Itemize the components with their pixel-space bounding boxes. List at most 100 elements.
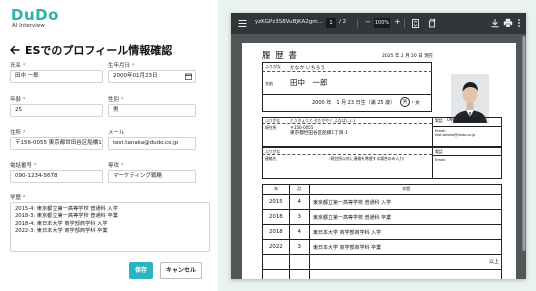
page-title: ESでのプロフィール情報確認 <box>25 44 173 57</box>
brand-logo: DuDo AI Interview <box>11 7 59 30</box>
scrollbar[interactable] <box>522 34 526 279</box>
address-input[interactable]: 〒156-0055 東京都世田谷区船橋1丁 <box>10 137 103 150</box>
name-field-label: 名前 <box>265 81 273 86</box>
table-header-history: 学歴 <box>402 186 411 191</box>
rotate-icon[interactable] <box>427 18 437 28</box>
resume-address: 東京都世田谷区船橋1丁目-1 <box>290 131 349 136</box>
phone-label: 電話 <box>435 118 443 123</box>
gender-label: 性別 <box>108 97 120 103</box>
education-field-group: 学歴 * 2015-4: 東京都立第一高等学校 普通科 入学 2018-3: 東… <box>10 194 210 252</box>
education-textarea[interactable]: 2015-4: 東京都立第一高等学校 普通科 入学 2018-3: 東京都立第一… <box>10 202 210 252</box>
address-label: 住所 <box>10 130 22 136</box>
row-text: 東京都立第一高等学校 普通科 入学 <box>313 200 392 206</box>
contact-email-label: Email <box>435 156 446 162</box>
page-number-input[interactable]: 1 <box>326 18 336 28</box>
profile-photo <box>451 74 489 123</box>
required-mark: * <box>22 63 26 69</box>
print-icon[interactable] <box>503 18 513 28</box>
furigana-label: ふりがな <box>265 64 281 69</box>
table-header-month: 月 <box>297 186 302 191</box>
address-label: 現住所 <box>265 124 277 130</box>
required-mark: * <box>22 130 26 136</box>
resume-name: 田中 一郎 <box>290 78 328 87</box>
name-input[interactable]: 田中 一郎 <box>10 70 103 83</box>
age-input[interactable]: 25 <box>10 104 103 117</box>
menu-icon[interactable] <box>238 19 247 28</box>
row-month: 3 <box>297 214 301 220</box>
row-month: 3 <box>297 244 301 250</box>
gender-male-circle: 男 <box>400 97 410 107</box>
page-total: / 2 <box>339 19 347 25</box>
pdf-toolbar: yzKGPz3S8VuBJKA2gm... 1 / 2 − 100% + <box>231 13 526 34</box>
pdf-preview-panel: yzKGPz3S8VuBJKA2gm... 1 / 2 − 100% + 履 歴… <box>218 0 536 291</box>
fit-page-icon[interactable] <box>411 19 420 28</box>
resume-title: 履 歴 書 <box>262 51 298 61</box>
back-arrow-icon[interactable] <box>9 44 21 56</box>
email-field-group: メール test.tanaka@dudo.co.jp <box>108 129 196 150</box>
education-label: 学歴 <box>10 195 22 201</box>
end-mark: 以上 <box>489 259 500 265</box>
age-field-group: 年齢 * 25 <box>10 96 103 117</box>
furigana-name: たなか いちろう <box>290 65 326 71</box>
contact-furigana-label: ふりがな <box>265 148 281 154</box>
row-year: 2018 <box>269 214 283 220</box>
save-button[interactable]: 保存 <box>129 262 153 279</box>
education-line: 2018-3: 東京都立第一高等学校 普通科 卒業 <box>15 213 118 220</box>
resume-birth: 2000 年 1 月 23 日生（満 25 歳） <box>312 100 396 106</box>
name-field-group: 氏名 * 田中 一郎 <box>10 62 103 83</box>
pdf-viewer: yzKGPz3S8VuBJKA2gm... 1 / 2 − 100% + 履 歴… <box>231 13 526 279</box>
required-mark: * <box>120 97 124 103</box>
birthdate-input[interactable]: 2000年01月23日 <box>108 70 196 83</box>
gender-field-group: 性別 * 男 <box>108 96 196 117</box>
zoom-in-button[interactable]: + <box>394 17 401 26</box>
toolbar-divider <box>357 19 358 28</box>
logo-text: DuDo <box>11 6 59 24</box>
required-mark: * <box>22 97 26 103</box>
row-year: 2022 <box>269 244 283 250</box>
row-text: 東日本大学 商学部商学科 卒業 <box>313 245 382 251</box>
resume-date: 2025 年 2 月 20 日 現在 <box>382 54 434 59</box>
row-month: 4 <box>297 199 301 205</box>
gender-input[interactable]: 男 <box>108 104 196 117</box>
email-label: メール <box>108 130 125 136</box>
major-field-group: 専攻 * マーケティング戦略 <box>108 162 196 183</box>
toolbar-divider <box>404 19 405 28</box>
more-options-icon[interactable] <box>516 18 522 28</box>
resume-page: 履 歴 書 2025 年 2 月 20 日 現在 ふりがな たなか いちろう 名… <box>242 43 516 279</box>
contact-note: （現住所以外に連絡を希望する場合のみ入力） <box>327 156 407 161</box>
required-mark: * <box>131 63 135 69</box>
email-input[interactable]: test.tanaka@dudo.co.jp <box>108 137 196 150</box>
required-mark: * <box>33 163 37 169</box>
required-mark: * <box>120 163 124 169</box>
contact-block <box>262 147 502 179</box>
row-month: 4 <box>297 229 301 235</box>
required-mark: * <box>22 195 26 201</box>
address-field-group: 住所 * 〒156-0055 東京都世田谷区船橋1丁 <box>10 129 103 150</box>
cancel-button[interactable]: キャンセル <box>160 262 202 279</box>
pdf-filename: yzKGPz3S8VuBJKA2gm... <box>255 19 323 25</box>
resume-phone: 090-1234-5678 <box>447 118 481 123</box>
birthdate-field-group: 生年月日 * 2000年01月23日 <box>108 62 196 83</box>
birthdate-label: 生年月日 <box>108 63 131 69</box>
name-label: 氏名 <box>10 63 22 69</box>
birthdate-value: 2000年01月23日 <box>113 73 158 79</box>
zoom-level-input[interactable]: 100% <box>374 18 390 28</box>
download-icon[interactable] <box>490 18 500 28</box>
row-year: 2018 <box>269 229 283 235</box>
addr-furigana-label: ふりがな <box>265 118 281 123</box>
page-header: ESでのプロフィール情報確認 <box>9 42 172 58</box>
major-label: 専攻 <box>108 163 120 169</box>
gender-female: ・女 <box>410 100 421 106</box>
calendar-icon[interactable] <box>185 73 192 80</box>
row-year: 2015 <box>269 199 283 205</box>
profile-form-panel: DuDo AI Interview ESでのプロフィール情報確認 氏名 * 田中… <box>0 0 218 291</box>
logo-subtitle: AI Interview <box>12 23 45 29</box>
zoom-out-button[interactable]: − <box>365 18 371 26</box>
education-line: 2018-4: 東日本大学 商学部商学科 入学 <box>15 220 108 227</box>
major-input[interactable]: マーケティング戦略 <box>108 170 196 183</box>
resume-email: test.tanaka@dudo.co.jp <box>435 133 476 137</box>
row-text: 東日本大学 商学部商学科 入学 <box>313 230 382 236</box>
row-text: 東京都立第一高等学校 普通科 卒業 <box>313 215 392 221</box>
education-line: 2022-3: 東日本大学 商学部商学科 卒業 <box>15 227 108 234</box>
phone-input[interactable]: 090-1234-5678 <box>10 170 103 183</box>
